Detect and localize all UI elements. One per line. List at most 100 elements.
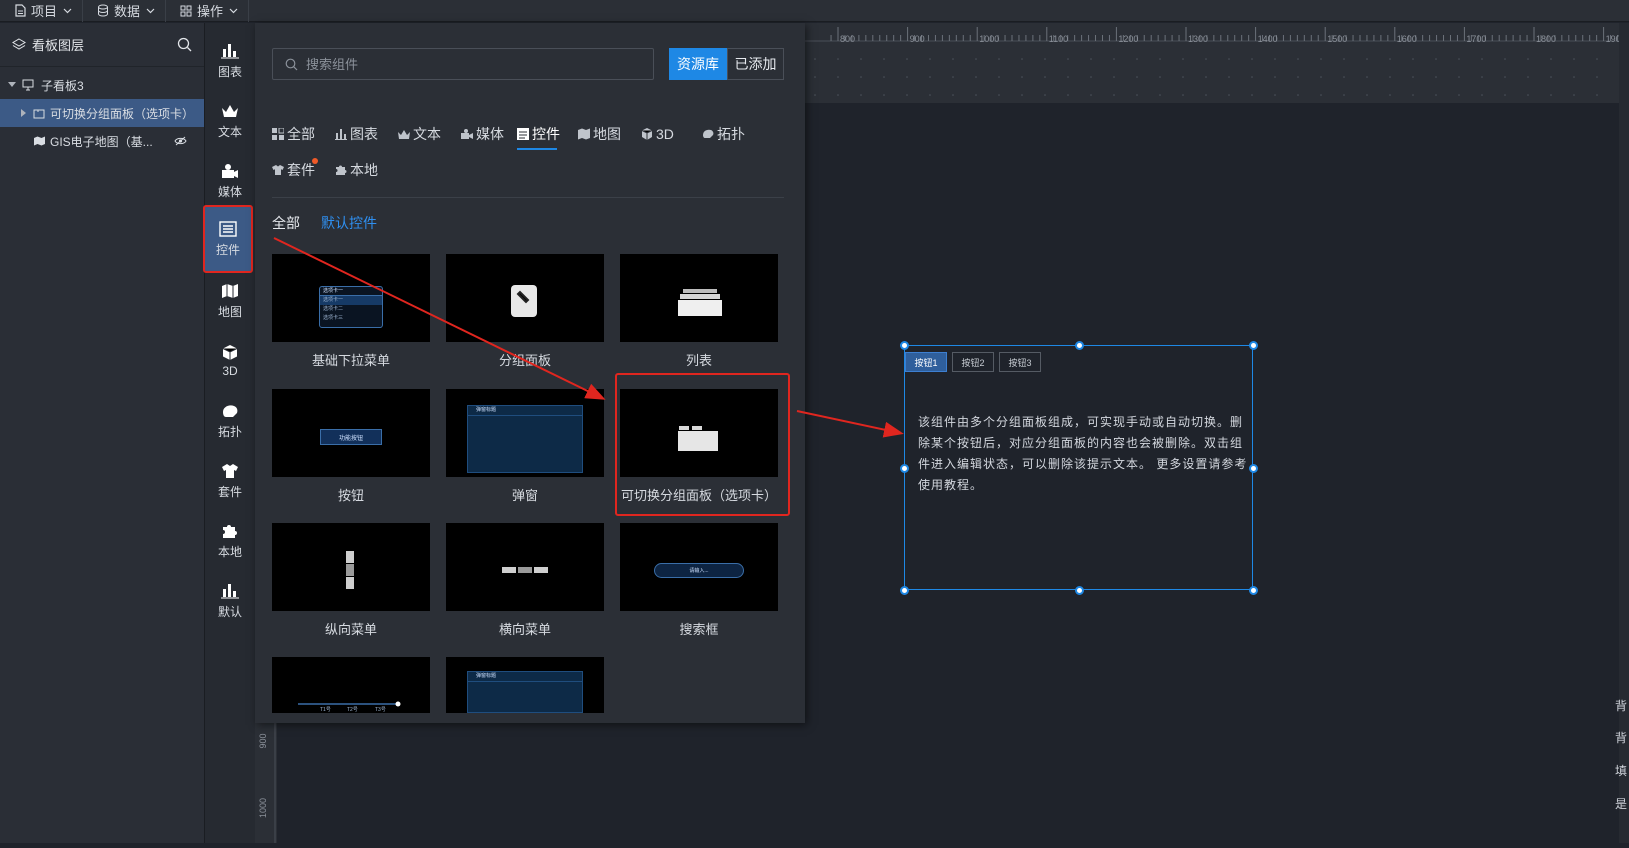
component-card-timeline[interactable]: T1号 T2号 T3号	[272, 657, 430, 713]
tab-topology[interactable]: 拓扑	[702, 123, 745, 145]
component-card-popup-2[interactable]: 弹窗标题	[446, 657, 604, 713]
grid-dot	[1527, 58, 1529, 60]
rail-item-local[interactable]: 本地	[205, 510, 255, 572]
tab-label: 图表	[350, 126, 378, 142]
subfilter-default-controls[interactable]: 默认控件	[321, 213, 377, 233]
grid-dot	[1228, 94, 1230, 96]
new-badge-dot	[312, 158, 318, 164]
ruler-top-tick-label: 1500	[1327, 34, 1347, 44]
resize-handle[interactable]	[1249, 464, 1258, 473]
component-card-dropdown[interactable]: 选项卡一 选项卡一 选项卡二 选项卡三 基础下拉菜单	[272, 254, 430, 370]
grid-dot	[1182, 94, 1184, 96]
resize-handle[interactable]	[1249, 341, 1258, 350]
grid-dot	[1481, 76, 1483, 78]
tab-all[interactable]: 全部	[272, 123, 315, 145]
component-search-input[interactable]	[306, 56, 626, 72]
tab-controls[interactable]: 控件	[517, 123, 560, 145]
rail-item-chart[interactable]: 图表	[205, 30, 255, 92]
rail-item-media[interactable]: 媒体	[205, 150, 255, 212]
tab-panel-button-2[interactable]: 按钮2	[952, 352, 994, 372]
ruler-top-tick-label: 1900	[1606, 34, 1619, 44]
grid-dot	[906, 58, 908, 60]
added-components-button[interactable]: 已添加	[727, 48, 784, 80]
rail-item-label: 控件	[215, 242, 240, 257]
rail-item-3d[interactable]: 3D	[205, 330, 255, 392]
menu-data[interactable]: 数据	[83, 0, 167, 22]
component-card-popup[interactable]: 弹窗标题 弹窗	[446, 389, 604, 505]
grid-dot	[1573, 58, 1575, 60]
tab-label: 全部	[287, 126, 315, 142]
resize-handle[interactable]	[900, 464, 909, 473]
database-icon	[98, 4, 109, 17]
rail-item-text[interactable]: 文本	[205, 90, 255, 152]
layer-item-board[interactable]: 子看板3	[0, 71, 204, 99]
subfilter-all[interactable]: 全部	[272, 213, 300, 233]
grid-dot	[1274, 58, 1276, 60]
grid-dot	[1412, 76, 1414, 78]
grid-dot	[1389, 76, 1391, 78]
grid-dot	[1343, 94, 1345, 96]
grid-dot	[1113, 58, 1115, 60]
cube-icon	[222, 345, 238, 360]
component-thumbnail: T1号 T2号 T3号	[272, 657, 430, 713]
ruler-top-ticks: 800 900 1000 1100 1200 1300 1400 1500 1600 1700 18…	[805, 27, 1626, 96]
resize-handle[interactable]	[1075, 341, 1084, 350]
tab-media[interactable]: 媒体	[461, 123, 504, 145]
grid-dot	[1366, 58, 1368, 60]
tab-map[interactable]: 地图	[578, 123, 621, 145]
thumb-timeline-label: T1号	[320, 707, 331, 713]
resource-library-button[interactable]: 资源库	[669, 48, 727, 80]
resize-handle[interactable]	[1075, 586, 1084, 595]
tab-suite[interactable]: 套件	[272, 159, 315, 181]
grid-dot	[883, 58, 885, 60]
search-icon[interactable]	[177, 37, 192, 52]
component-card-group-panel[interactable]: 分组面板	[446, 254, 604, 370]
rail-item-map[interactable]: 地图	[205, 270, 255, 332]
resize-handle[interactable]	[900, 586, 909, 595]
rail-item-default[interactable]: 默认	[205, 570, 255, 632]
resize-handle[interactable]	[900, 341, 909, 350]
tab-3d[interactable]: 3D	[641, 123, 674, 145]
grid-dot	[1481, 58, 1483, 60]
layer-item-tabs-panel[interactable]: 可切换分组面板（选项卡）	[0, 99, 204, 127]
grid-dot	[1343, 58, 1345, 60]
rail-item-topology[interactable]: 拓扑	[205, 390, 255, 452]
menu-operation[interactable]: 操作	[166, 0, 250, 22]
rail-item-controls[interactable]: 控件	[203, 205, 253, 273]
tab-chart[interactable]: 图表	[335, 123, 378, 145]
component-card-search-box[interactable]: 请输入... 搜索框	[620, 523, 778, 639]
component-card-vertical-menu[interactable]: 纵向菜单	[272, 523, 430, 639]
tab-panel-button-1[interactable]: 按钮1	[905, 352, 947, 372]
grid-dot	[975, 76, 977, 78]
component-card-horizontal-menu[interactable]: 横向菜单	[446, 523, 604, 639]
ruler-left: 900 1000	[255, 723, 277, 843]
tab-text[interactable]: 文本	[398, 123, 441, 145]
tab-panel-button-3[interactable]: 按钮3	[999, 352, 1041, 372]
thumb-dropdown-item: 选项卡二	[323, 306, 344, 312]
tab-local[interactable]: 本地	[335, 159, 378, 181]
top-menu-bar: 项目 数据 操作	[0, 0, 1629, 22]
eye-hidden-icon[interactable]	[174, 136, 187, 146]
caret-down-icon	[8, 82, 16, 87]
thumb-button-text: 功能按钮	[320, 429, 382, 445]
vertical-scrollbar[interactable]	[1619, 23, 1629, 843]
component-card-label: 搜索框	[679, 622, 719, 637]
grid-dot	[952, 76, 954, 78]
component-card-list[interactable]: 列表	[620, 254, 778, 370]
layer-item-gis-map[interactable]: GIS电子地图（基...	[0, 127, 204, 155]
grid-dot	[814, 94, 816, 96]
component-thumbnail	[620, 254, 778, 342]
menu-project-label: 项目	[31, 4, 58, 19]
canvas-tab-panel-widget[interactable]: 按钮1 按钮2 按钮3 该组件由多个分组面板组成，可实现手动或自动切换。删除某个…	[900, 341, 1258, 595]
rail-item-suite[interactable]: 套件	[205, 450, 255, 512]
grid-dot	[1251, 58, 1253, 60]
menu-project[interactable]: 项目	[0, 0, 84, 22]
grid-dot	[1159, 58, 1161, 60]
chevron-down-icon	[63, 8, 72, 13]
tab-label: 套件	[287, 162, 315, 178]
ruler-top: 800 900 1000 1100 1200 1300 1400 1500 1600 1700 18…	[805, 23, 1626, 103]
component-card-button[interactable]: 功能按钮 按钮	[272, 389, 430, 505]
resize-handle[interactable]	[1249, 586, 1258, 595]
file-icon	[15, 4, 26, 17]
grid-dot	[1044, 76, 1046, 78]
